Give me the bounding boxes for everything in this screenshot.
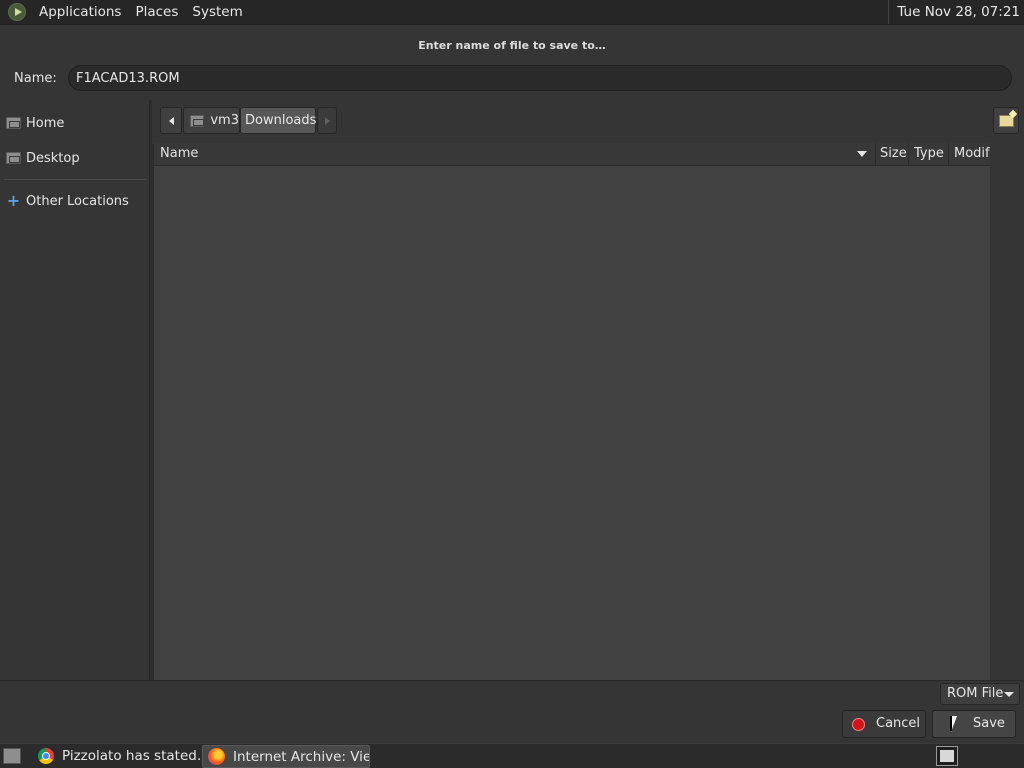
taskbar: Pizzolato has stated… Internet Archive: … — [0, 743, 1024, 768]
plus-icon: + — [6, 190, 21, 210]
workspace-switcher[interactable] — [936, 746, 958, 766]
column-header-type[interactable]: Type — [909, 143, 949, 166]
sidebar-item-label: Desktop — [26, 150, 80, 166]
workspace-icon — [940, 750, 954, 762]
sidebar-item-other-locations[interactable]: + Other Locations — [6, 191, 129, 211]
sidebar-item-home[interactable]: Home — [6, 113, 64, 133]
column-header-name[interactable]: Name — [154, 143, 876, 166]
chrome-icon — [38, 748, 54, 764]
save-button[interactable]: Save — [932, 710, 1016, 738]
top-panel: Applications Places System Tue Nov 28, 0… — [0, 0, 1024, 24]
taskbar-item-firefox[interactable]: Internet Archive: Vie… — [202, 745, 370, 768]
firefox-icon — [208, 748, 225, 765]
menu-system[interactable]: System — [185, 0, 249, 24]
menu-bar: Applications Places System — [0, 0, 250, 24]
dialog-action-area: ROM File Cancel Save — [0, 680, 1024, 743]
path-scroll-right-button[interactable] — [317, 107, 337, 134]
cancel-button-label: Cancel — [876, 716, 921, 731]
path-bar: vm3 Downloads — [152, 100, 1024, 144]
file-list[interactable]: Name Size Type Modif — [154, 143, 990, 680]
sidebar-item-label: Home — [26, 115, 65, 131]
column-header-label: Name — [160, 146, 199, 161]
chevron-down-icon — [1004, 692, 1014, 697]
home-folder-icon — [6, 117, 21, 129]
stop-icon — [852, 718, 865, 731]
dialog-titlebar[interactable]: Enter name of file to save to… — [0, 24, 1024, 60]
mouse-pointer-icon — [950, 716, 957, 732]
sidebar-divider — [4, 179, 146, 180]
taskbar-item-chrome[interactable]: Pizzolato has stated… — [32, 745, 200, 768]
distro-logo-icon[interactable] — [8, 3, 26, 21]
show-desktop-icon[interactable] — [3, 748, 21, 764]
column-header-modified[interactable]: Modif — [949, 143, 990, 166]
file-list-header: Name Size Type Modif — [154, 143, 990, 166]
name-label: Name: — [14, 71, 57, 86]
menu-applications[interactable]: Applications — [32, 0, 128, 24]
sidebar-item-label: Other Locations — [26, 193, 129, 209]
path-segment-label: vm3 — [210, 113, 239, 128]
new-folder-icon — [999, 115, 1014, 127]
taskbar-item-label: Pizzolato has stated… — [62, 748, 200, 764]
menu-places[interactable]: Places — [128, 0, 185, 24]
dialog-title: Enter name of file to save to… — [418, 39, 606, 52]
column-header-size[interactable]: Size — [876, 143, 909, 166]
clock[interactable]: Tue Nov 28, 07:21 — [888, 0, 1020, 24]
sort-descending-icon — [857, 151, 867, 157]
path-scroll-left-button[interactable] — [160, 107, 182, 134]
file-list-scrollbar[interactable] — [990, 143, 1024, 680]
desktop-folder-icon — [6, 152, 21, 164]
cancel-button[interactable]: Cancel — [842, 710, 926, 738]
name-row: Name: — [0, 60, 1024, 100]
path-segment-vm3[interactable]: vm3 — [183, 107, 240, 134]
filename-input[interactable] — [68, 65, 1012, 91]
save-button-label: Save — [973, 716, 1005, 731]
taskbar-item-label: Internet Archive: Vie… — [233, 749, 370, 765]
file-type-filter[interactable]: ROM File — [940, 683, 1020, 705]
places-sidebar: Home Desktop + Other Locations — [0, 100, 150, 680]
home-folder-icon — [190, 114, 205, 127]
file-type-filter-value: ROM File — [947, 686, 1004, 701]
path-segment-downloads[interactable]: Downloads — [240, 107, 316, 134]
sidebar-item-desktop[interactable]: Desktop — [6, 148, 80, 168]
create-folder-button[interactable] — [993, 107, 1019, 134]
